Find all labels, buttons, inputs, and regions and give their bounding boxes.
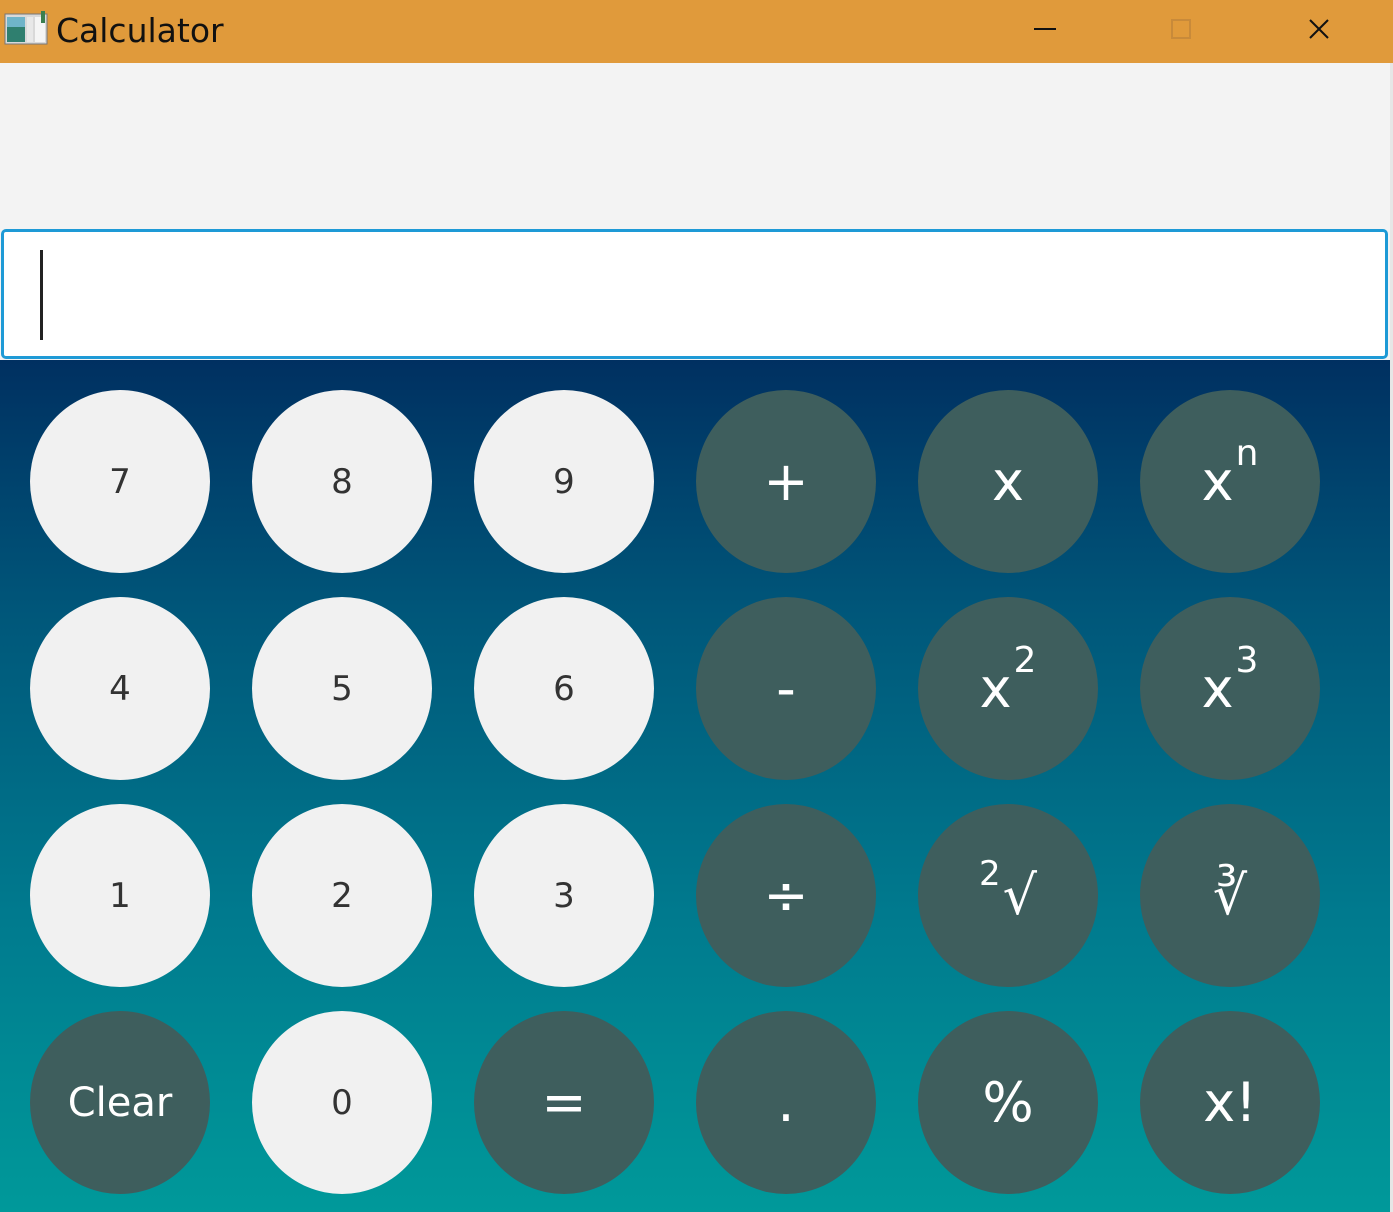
key-label: 5 [331,668,353,709]
key-subtract[interactable]: - [696,597,876,780]
key-label: x [1201,657,1234,720]
key-root-index: 2 [978,853,1001,894]
key-square[interactable]: x2 [918,597,1098,780]
key-label: ÷ [763,864,809,927]
close-icon [1309,19,1329,39]
calculator-window: Calculator 7 8 9 + x x n 4 5 6 - x 2 x 3… [0,0,1393,1212]
key-equals[interactable]: = [474,1011,654,1194]
key-4[interactable]: 4 [30,597,210,780]
key-label: 8 [331,461,353,502]
key-5[interactable]: 5 [252,597,432,780]
key-cube[interactable]: x3 [1140,597,1320,780]
app-icon [4,11,48,45]
key-0[interactable]: 0 [252,1011,432,1194]
clear-button[interactable]: Clear [30,1011,210,1194]
display-area [0,63,1393,229]
key-label: ∛ [1212,864,1248,927]
key-label: 3 [553,875,575,916]
key-multiply[interactable]: x [918,390,1098,573]
key-1[interactable]: 1 [30,804,210,987]
key-label: 9 [553,461,575,502]
expression-input[interactable] [1,229,1388,359]
key-divide[interactable]: ÷ [696,804,876,987]
key-8[interactable]: 8 [252,390,432,573]
key-label: x [1201,450,1234,513]
minimize-icon [1034,28,1056,30]
key-label: 6 [553,668,575,709]
maximize-icon [1171,19,1191,39]
key-label: 2 [331,875,353,916]
key-factorial[interactable]: x! [1140,1011,1320,1194]
key-label: Clear [67,1079,173,1126]
minimize-button[interactable] [990,0,1100,58]
key-decimal[interactable]: . [696,1011,876,1194]
key-label: % [982,1071,1034,1134]
key-label: - [776,657,796,720]
close-button[interactable] [1264,0,1374,58]
maximize-button[interactable] [1126,0,1236,58]
key-6[interactable]: 6 [474,597,654,780]
text-caret [40,250,43,340]
key-square-root[interactable]: 2 √ [918,804,1098,987]
key-cube-root[interactable]: ∛ [1140,804,1320,987]
key-add[interactable]: + [696,390,876,573]
title-bar[interactable]: Calculator [0,0,1393,63]
key-label: x [992,450,1024,513]
key-superscript: n [1235,433,1259,474]
key-label: 1 [109,875,131,916]
key-9[interactable]: 9 [474,390,654,573]
key-label: 7 [109,461,131,502]
key-label: √ [1002,864,1038,927]
key-3[interactable]: 3 [474,804,654,987]
key-label: x! [1203,1071,1257,1134]
key-label: . [777,1071,795,1134]
key-superscript: 2 [1013,640,1037,681]
key-2[interactable]: 2 [252,804,432,987]
key-label: 4 [109,668,131,709]
keypad: 7 8 9 + x xn 4 5 6 - x2 x 3 1 2 3 ÷ 2 √ … [0,360,1390,1212]
key-label: 0 [331,1082,353,1123]
window-title: Calculator [56,11,224,50]
key-label: = [541,1071,587,1134]
key-label: + [763,450,809,513]
key-superscript: 3 [1235,640,1259,681]
key-percent[interactable]: % [918,1011,1098,1194]
key-7[interactable]: 7 [30,390,210,573]
key-power-n[interactable]: xn [1140,390,1320,573]
key-label: x [979,657,1012,720]
